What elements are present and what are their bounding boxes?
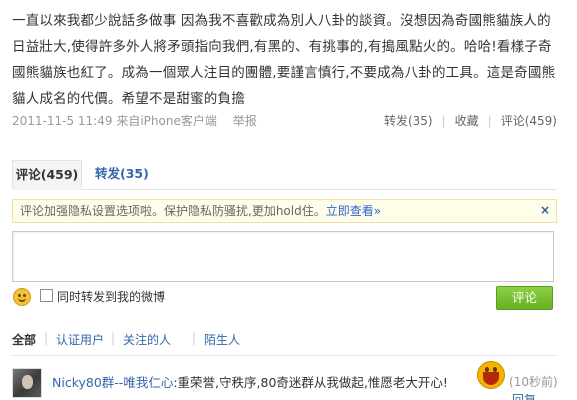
favorite-link[interactable]: 收藏 — [455, 114, 479, 128]
comment-body: :重荣誉,守秩序,80奇迷群从我做起,惟愿老大开心! — [173, 375, 448, 390]
comment-filter-bar: 全部 | 认证用户 | 关注的人 | 陌生人 — [12, 331, 557, 349]
section-divider — [12, 355, 557, 356]
action-divider: | — [441, 114, 446, 128]
action-divider: | — [487, 114, 492, 128]
privacy-notice: 评论加强隐私设置选项啦。保护隐私防骚扰,更加hold住。立即查看» × — [12, 199, 557, 223]
tab-reposts[interactable]: 转发(35) — [95, 160, 149, 190]
filter-following[interactable]: 关注的人 — [123, 331, 171, 348]
comment-username[interactable]: Nicky80群--唯我仁心 — [52, 375, 173, 390]
filter-strangers[interactable]: 陌生人 — [204, 331, 240, 348]
tab-comments-label: 评论 — [15, 167, 41, 182]
avatar-face — [22, 375, 33, 389]
filter-divider: | — [44, 331, 49, 345]
avatar[interactable] — [12, 368, 42, 398]
comment-link[interactable]: 评论(459) — [501, 114, 557, 128]
filter-all[interactable]: 全部 — [12, 331, 36, 348]
comment-time: (10秒前) — [509, 375, 558, 389]
filter-verified-users[interactable]: 认证用户 — [56, 331, 104, 348]
close-icon[interactable]: × — [540, 199, 550, 221]
filter-divider: | — [192, 331, 197, 345]
notice-text: 评论加强隐私设置选项啦。保护隐私防骚扰,更加hold住。 — [20, 204, 326, 218]
also-repost-label[interactable]: 同时转发到我的微博 — [57, 288, 165, 305]
filter-divider: | — [111, 331, 116, 345]
comment-repost-tabs: 评论(459) 转发(35) — [12, 160, 557, 190]
post-text: 一直以來我都少說話多做事 因為我不喜歡成為別人八卦的談資。沒想因為奇國熊貓族人的… — [12, 13, 556, 107]
smiley-icon[interactable] — [13, 288, 31, 306]
smiley-mouth — [18, 298, 26, 302]
tab-comments[interactable]: 评论(459) — [12, 160, 82, 190]
comment-reply-link[interactable]: 回复 — [512, 391, 536, 400]
repost-link[interactable]: 转发(35) — [384, 114, 433, 128]
emoji-mouth — [483, 372, 499, 385]
comment-item: Nicky80群--唯我仁心:重荣誉,守秩序,80奇迷群从我做起,惟愿老大开心!… — [12, 361, 558, 400]
also-repost-checkbox[interactable] — [40, 289, 53, 302]
laughing-emoji-icon — [477, 361, 505, 389]
tab-comments-count: (459) — [40, 167, 79, 182]
submit-comment-button[interactable]: 评论 — [496, 286, 553, 310]
notice-view-now-link[interactable]: 立即查看» — [326, 204, 381, 218]
comment-content: Nicky80群--唯我仁心:重荣誉,守秩序,80奇迷群从我做起,惟愿老大开心! — [52, 372, 448, 391]
source-prefix: 来自 — [116, 114, 141, 128]
post-meta: 2011-11-5 11:49 来自iPhone客户端 举报 转发(35) | 收藏… — [12, 112, 557, 128]
post-actions: 转发(35) | 收藏 | 评论(459) — [384, 112, 557, 129]
post-time[interactable]: 2011-11-5 11:49 — [12, 114, 113, 128]
post-source[interactable]: iPhone客户端 — [140, 114, 217, 128]
report-link[interactable]: 举报 — [233, 114, 257, 128]
comment-textarea[interactable] — [12, 231, 554, 282]
